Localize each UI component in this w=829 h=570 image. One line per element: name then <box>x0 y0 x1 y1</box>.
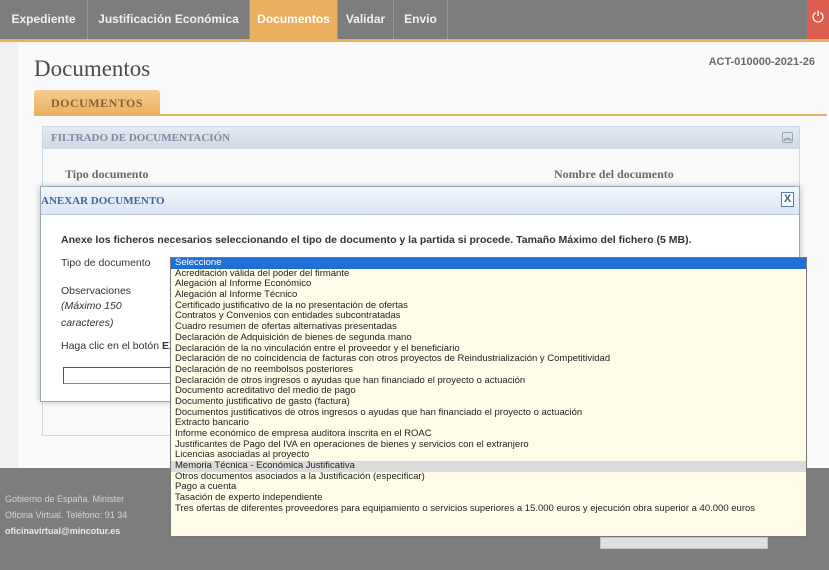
dropdown-option[interactable]: Extracto bancario <box>171 418 806 429</box>
observaciones-hint-line2: caracteres) <box>61 317 114 329</box>
modal-header: ANEXAR DOCUMENTO X <box>41 187 799 215</box>
close-button[interactable]: X <box>781 192 794 207</box>
dropdown-option[interactable]: Documento justificativo de gasto (factur… <box>171 397 806 408</box>
dropdown-option[interactable]: Contratos y Convenios con entidades subc… <box>171 311 806 322</box>
dropdown-option[interactable]: Licencias asociadas al proyecto <box>171 450 806 461</box>
dropdown-option[interactable]: Declaración de la no vinculación entre e… <box>171 344 806 355</box>
dropdown-option[interactable]: Alegación al Informe Económico <box>171 279 806 290</box>
dropdown-option[interactable]: Otros documentos asociados a la Justific… <box>171 472 806 483</box>
tipo-documento-dropdown-list[interactable]: Seleccione Acreditación válida del poder … <box>170 257 807 537</box>
dropdown-option[interactable]: Certificado justificativo de la no prese… <box>171 301 806 312</box>
dropdown-option[interactable]: Alegación al Informe Técnico <box>171 290 806 301</box>
observaciones-hint-line1: (Máximo 150 <box>61 300 122 312</box>
dropdown-option[interactable]: Memoria Técnica - Económica Justificativ… <box>171 461 806 472</box>
dropdown-option[interactable]: Seleccione <box>171 258 806 269</box>
upload-instructions-text: Haga clic en el botón <box>61 340 160 352</box>
dropdown-option[interactable]: Cuadro resumen de ofertas alternativas p… <box>171 322 806 333</box>
dropdown-option[interactable]: Informe económico de empresa auditora in… <box>171 429 806 440</box>
dropdown-option[interactable]: Declaración de Adquisición de bienes de … <box>171 333 806 344</box>
dropdown-option[interactable]: Tasación de experto independiente <box>171 493 806 504</box>
dropdown-option[interactable]: Declaración de no coincidencia de factur… <box>171 354 806 365</box>
tipo-documento-label: Tipo de documento <box>61 257 151 269</box>
dropdown-option[interactable]: Tres ofertas de diferentes proveedores p… <box>171 504 806 515</box>
dropdown-option[interactable]: Documento acreditativo del medio de pago <box>171 386 806 397</box>
file-path-input[interactable] <box>63 367 173 384</box>
dropdown-option[interactable]: Justificantes de Pago del IVA en operaci… <box>171 440 806 451</box>
upload-instructions: Haga clic en el botón EX <box>61 340 176 352</box>
dropdown-option[interactable]: Declaración de no reembolsos posteriores <box>171 365 806 376</box>
dropdown-option[interactable]: Acreditación válida del poder del firman… <box>171 269 806 280</box>
dropdown-option[interactable]: Documentos justificativos de otros ingre… <box>171 408 806 419</box>
observaciones-label: Observaciones <box>61 285 132 297</box>
modal-title: ANEXAR DOCUMENTO <box>41 195 165 207</box>
modal-instructions: Anexe los ficheros necesarios selecciona… <box>61 234 692 246</box>
dropdown-option[interactable]: Pago a cuenta <box>171 482 806 493</box>
dropdown-option[interactable]: Declaración de otros ingresos o ayudas q… <box>171 376 806 387</box>
